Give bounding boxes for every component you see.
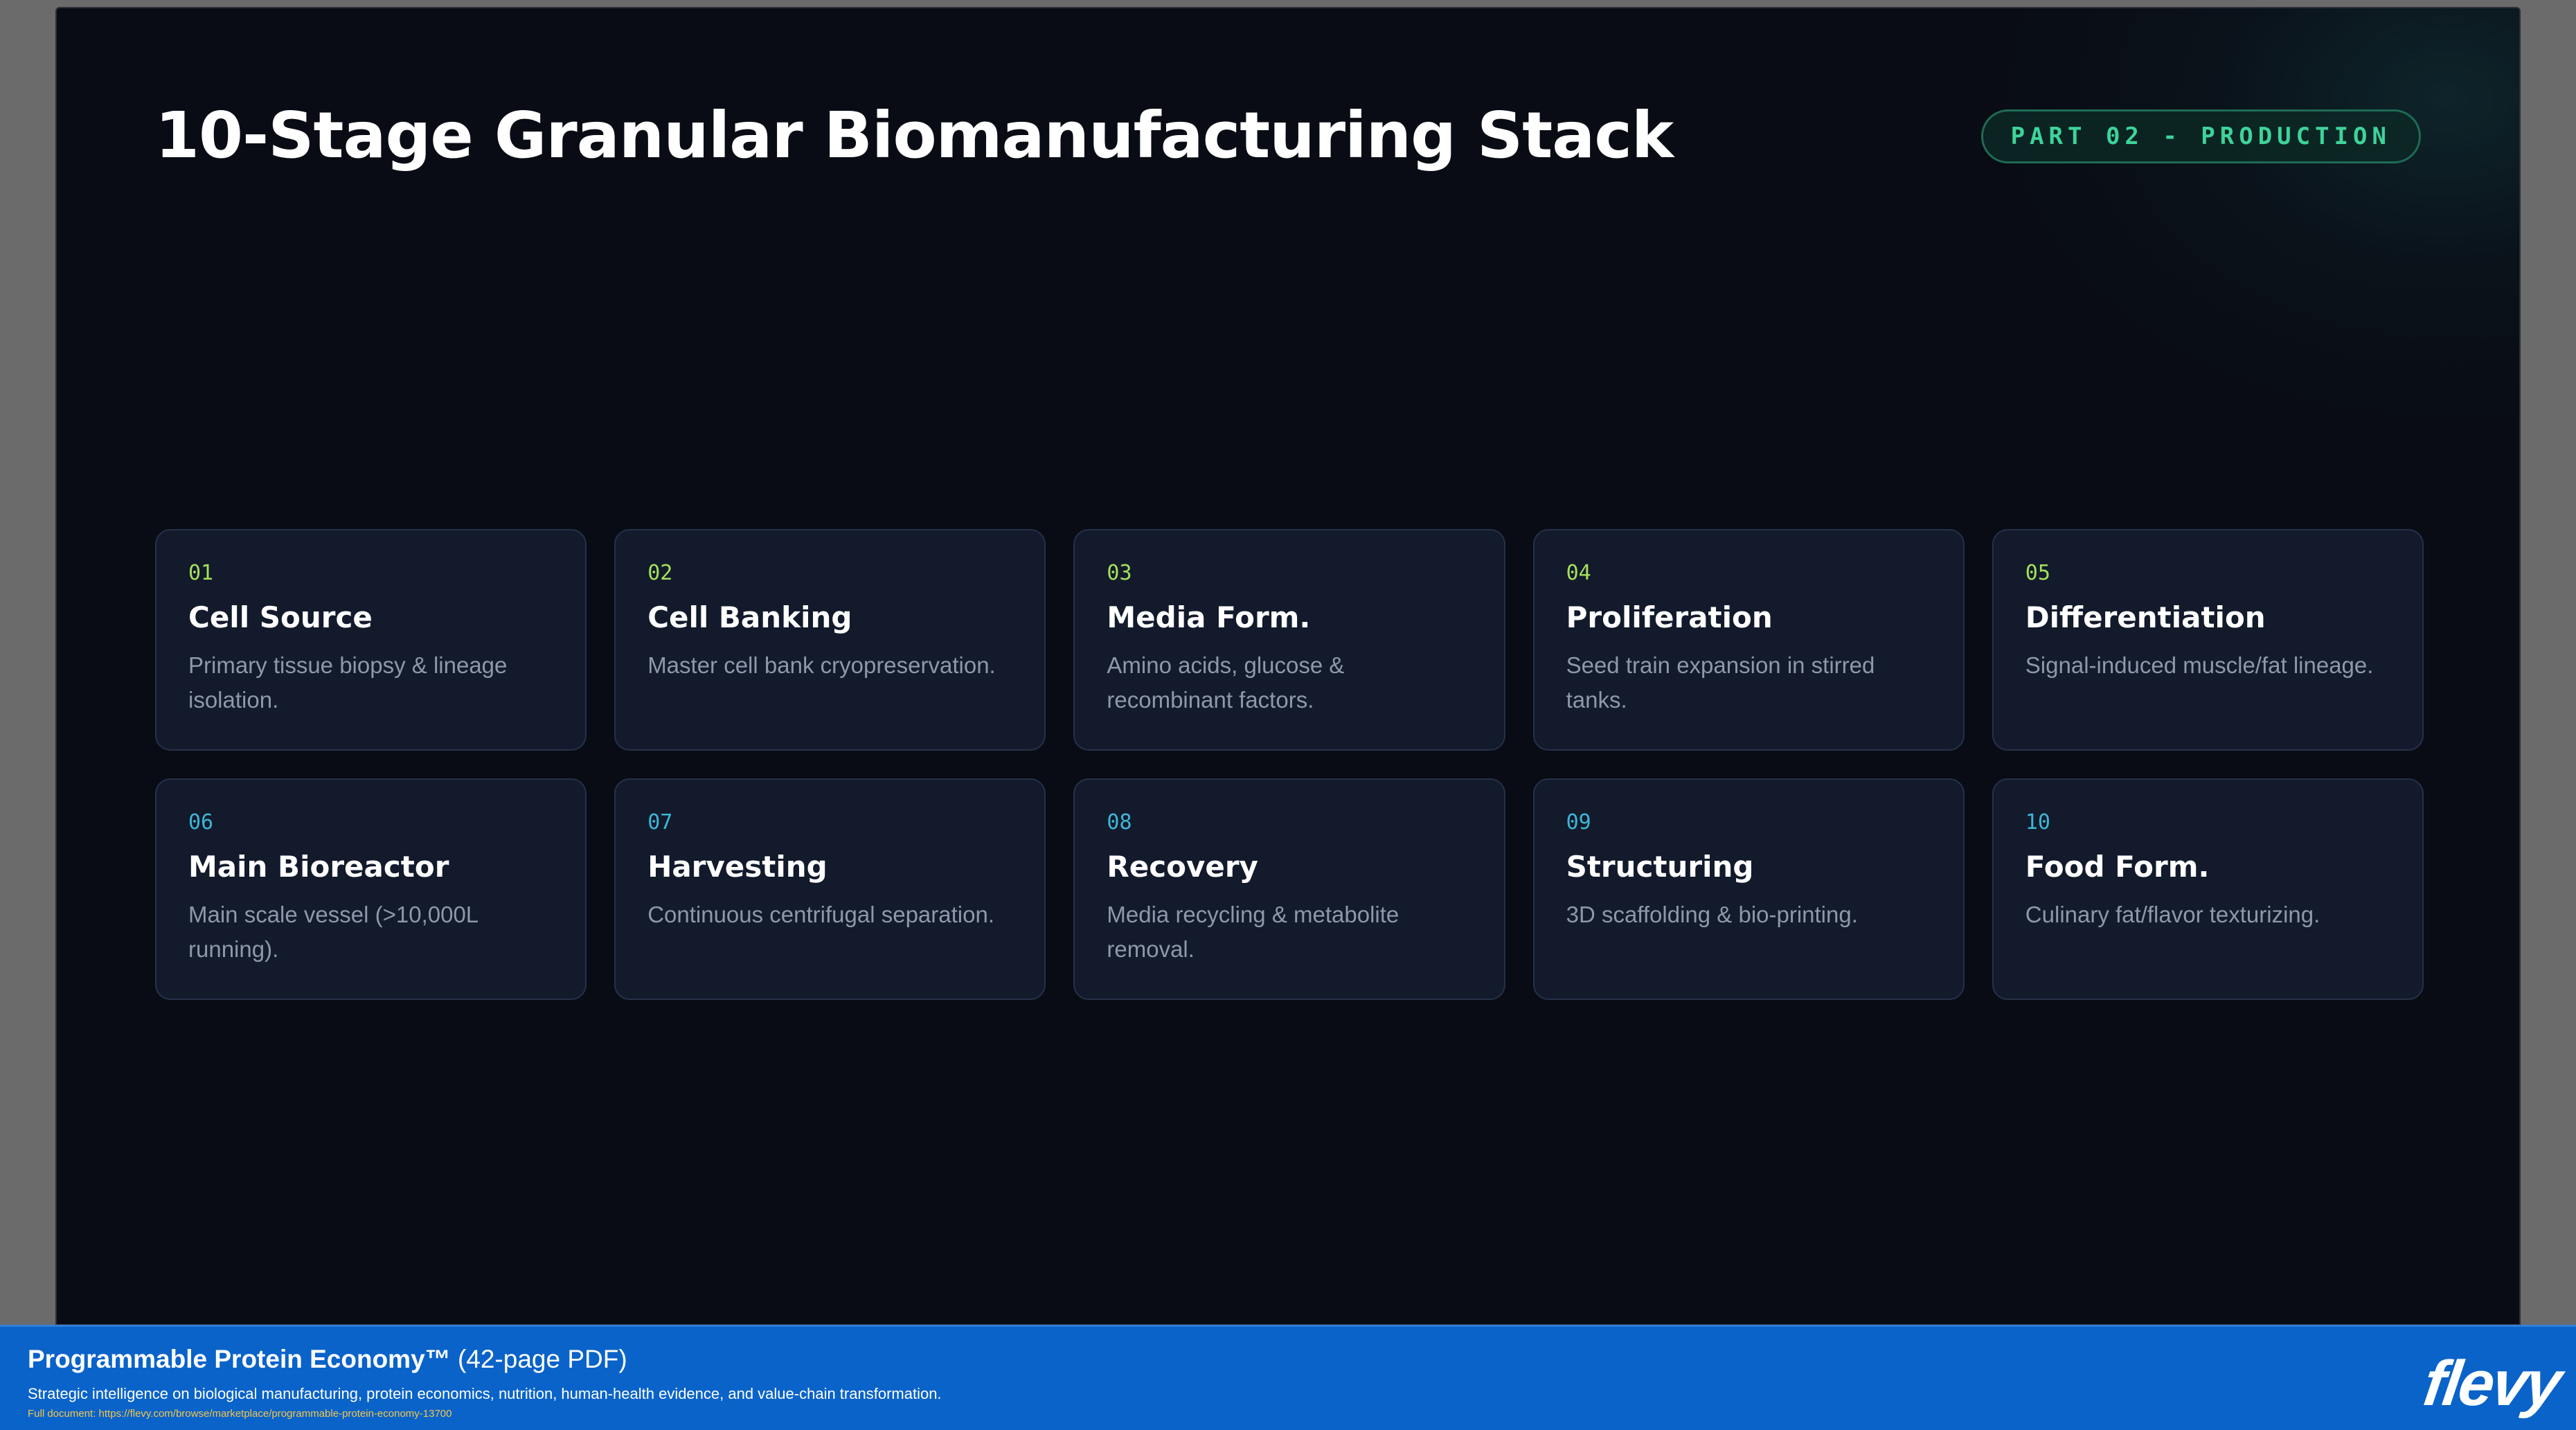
- stage-description: Culinary fat/flavor texturizing.: [2025, 902, 2320, 927]
- slide-title: 10-Stage Granular Biomanufacturing Stack: [155, 98, 1674, 172]
- document-link[interactable]: Full document: https://flevy.com/browse/…: [28, 1408, 452, 1420]
- stage-number: 09: [1566, 810, 1591, 834]
- stage-title: Harvesting: [647, 850, 828, 884]
- stage-number: 03: [1107, 561, 1132, 585]
- stage-number: 06: [188, 810, 214, 834]
- stage-title: Main Bioreactor: [188, 850, 449, 884]
- stage-description: Master cell bank cryopreservation.: [647, 652, 996, 678]
- slide: 10-Stage Granular Biomanufacturing Stack…: [55, 7, 2521, 1325]
- stage-card-08: 08 Recovery Media recycling & metabolite…: [1073, 778, 1505, 1000]
- stage-card-03: 03 Media Form. Amino acids, glucose & re…: [1073, 529, 1505, 751]
- stage-description: Seed train expansion in stirred tanks.: [1566, 652, 1875, 713]
- stage-card-02: 02 Cell Banking Master cell bank cryopre…: [614, 529, 1046, 751]
- stage-number: 02: [647, 561, 673, 585]
- page-info: (42-page PDF): [457, 1345, 627, 1373]
- stage-number: 05: [2025, 561, 2050, 585]
- stage-number: 08: [1107, 810, 1132, 834]
- stage-card-06: 06 Main Bioreactor Main scale vessel (>1…: [155, 778, 587, 1000]
- stage-title: Cell Banking: [647, 600, 852, 634]
- stage-card-07: 07 Harvesting Continuous centrifugal sep…: [614, 778, 1046, 1000]
- stage-description: Amino acids, glucose & recombinant facto…: [1107, 652, 1345, 713]
- stage-title: Structuring: [1566, 850, 1754, 884]
- stage-number: 04: [1566, 561, 1591, 585]
- document-viewer: 10-Stage Granular Biomanufacturing Stack…: [0, 0, 2576, 1430]
- stage-number: 10: [2025, 810, 2050, 834]
- footer-banner: Programmable Protein Economy™ (42-page P…: [0, 1325, 2576, 1430]
- stage-number: 01: [188, 561, 214, 585]
- stage-grid: 01 Cell Source Primary tissue biopsy & l…: [155, 529, 2424, 1000]
- stage-description: Continuous centrifugal separation.: [647, 902, 995, 927]
- stage-card-09: 09 Structuring 3D scaffolding & bio-prin…: [1532, 778, 1965, 1000]
- stage-title: Differentiation: [2025, 600, 2266, 634]
- part-badge: PART 02 - PRODUCTION: [1980, 109, 2421, 163]
- background-glow: [1979, 8, 2519, 438]
- footer-subtitle: Strategic intelligence on biological man…: [28, 1385, 942, 1402]
- flevy-logo[interactable]: flevy: [2420, 1348, 2564, 1420]
- stage-card-01: 01 Cell Source Primary tissue biopsy & l…: [155, 529, 587, 751]
- stage-description: Main scale vessel (>10,000L running).: [188, 902, 478, 962]
- stage-title: Cell Source: [188, 600, 373, 634]
- stage-card-10: 10 Food Form. Culinary fat/flavor textur…: [1992, 778, 2424, 1000]
- stage-title: Food Form.: [2025, 850, 2210, 884]
- stage-description: Media recycling & metabolite removal.: [1107, 902, 1399, 962]
- stage-number: 07: [647, 810, 673, 834]
- product-name: Programmable Protein Economy™: [28, 1345, 451, 1373]
- stage-description: 3D scaffolding & bio-printing.: [1566, 902, 1858, 927]
- stage-description: Signal-induced muscle/fat lineage.: [2025, 652, 2374, 678]
- stage-description: Primary tissue biopsy & lineage isolatio…: [188, 652, 508, 713]
- footer-title: Programmable Protein Economy™ (42-page P…: [28, 1345, 627, 1374]
- stage-title: Recovery: [1107, 850, 1258, 884]
- stage-title: Proliferation: [1566, 600, 1773, 634]
- stage-title: Media Form.: [1107, 600, 1311, 634]
- stage-card-05: 05 Differentiation Signal-induced muscle…: [1992, 529, 2424, 751]
- stage-card-04: 04 Proliferation Seed train expansion in…: [1532, 529, 1965, 751]
